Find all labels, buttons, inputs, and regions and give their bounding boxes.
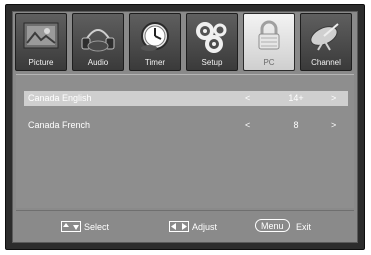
- left-arrow-icon[interactable]: <: [245, 120, 250, 130]
- setting-name: Canada English: [28, 93, 92, 103]
- menu-key-icon: Menu: [255, 219, 290, 232]
- picture-icon: [23, 22, 59, 49]
- timer-icon: [141, 22, 169, 51]
- right-arrow-icon[interactable]: >: [331, 93, 336, 103]
- tab-label: Picture: [28, 58, 54, 67]
- key-hint-bar: Select Adjust Menu Exit: [16, 210, 354, 241]
- adjust-hint: Adjust: [192, 222, 218, 232]
- menu-window: Picture Audio Timer Setup PC Channel Can…: [12, 11, 358, 243]
- tab-picture[interactable]: Picture: [15, 13, 67, 71]
- tab-label: Audio: [87, 58, 109, 67]
- tab-timer[interactable]: Timer: [129, 13, 181, 71]
- menu-tab-strip: Picture Audio Timer Setup PC Channel: [15, 13, 355, 72]
- setting-row-canada-french[interactable]: Canada French < 8 >: [24, 118, 348, 133]
- tab-label: Setup: [201, 58, 223, 67]
- setting-value: 14+: [288, 93, 304, 103]
- tab-label: Channel: [311, 58, 341, 67]
- up-down-keys-icon: [61, 221, 81, 232]
- left-arrow-icon[interactable]: <: [245, 93, 250, 103]
- setup-gears-icon: [196, 22, 227, 53]
- tv-menu-frame: Picture Audio Timer Setup PC Channel Can…: [5, 4, 365, 250]
- settings-panel: Canada English < 14+ > Canada French < 8…: [16, 74, 354, 208]
- setting-name: Canada French: [28, 120, 91, 130]
- tab-setup[interactable]: Setup: [186, 13, 238, 71]
- setting-value: 8: [293, 120, 299, 130]
- tab-label: Timer: [144, 58, 166, 67]
- right-arrow-icon[interactable]: >: [331, 120, 336, 130]
- lock-icon: [258, 20, 280, 50]
- audio-icon: [81, 29, 115, 52]
- left-right-keys-icon: [169, 221, 189, 232]
- setting-row-canada-english[interactable]: Canada English < 14+ >: [24, 91, 348, 106]
- select-hint: Select: [84, 222, 110, 232]
- tab-label: PC: [263, 58, 275, 67]
- tab-pc[interactable]: PC: [243, 13, 295, 71]
- exit-hint: Exit: [296, 222, 312, 232]
- tab-channel[interactable]: Channel: [300, 13, 352, 71]
- tab-audio[interactable]: Audio: [72, 13, 124, 71]
- antenna-icon: [310, 23, 339, 51]
